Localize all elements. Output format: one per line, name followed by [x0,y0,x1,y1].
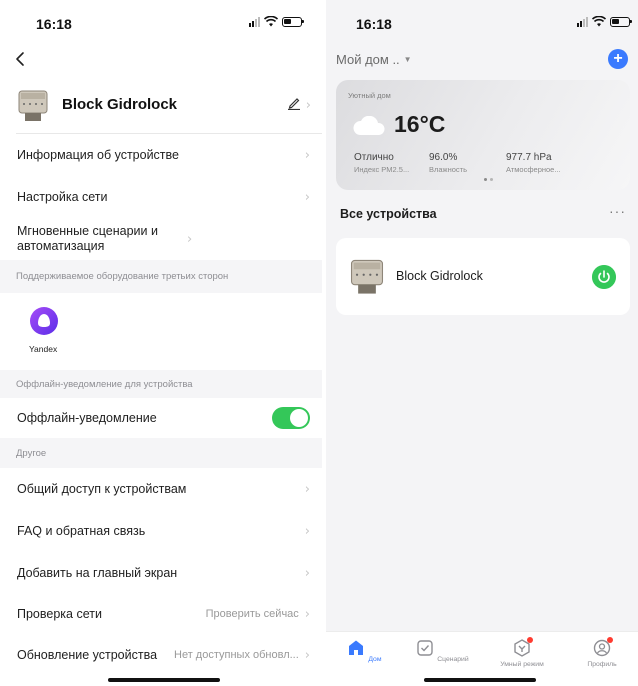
pm25-label: Индекс PM2.5... [354,165,410,174]
notification-dot [527,637,533,643]
home-indicator [108,678,220,682]
all-devices-title: Все устройства [340,207,437,221]
tab-home[interactable]: Дом [334,638,394,663]
power-button[interactable] [592,265,616,289]
battery-icon [610,16,632,27]
scene-check-icon [417,640,434,656]
row-faq-feedback[interactable]: FAQ и обратная связь › [0,510,322,552]
row-device-sharing[interactable]: Общий доступ к устройствам › [0,468,322,510]
humidity-value: 96.0% [429,152,458,163]
chevron-right-icon: › [304,189,310,205]
status-time: 16:18 [36,16,72,32]
row-offline-notification: Оффлайн-уведомление [0,398,322,438]
weather-location: Уютный дом [348,91,391,100]
edit-pencil-icon[interactable] [288,96,300,110]
device-name: Block Gidrolock [62,96,178,113]
chevron-right-icon: › [304,481,310,497]
chevron-right-icon: › [304,147,310,163]
weather-pressure: 977.7 hPa Атмосферное... [506,152,561,174]
smart-mode-icon [512,637,533,658]
status-time: 16:18 [356,16,392,32]
back-chevron-icon[interactable] [12,50,30,68]
pressure-label: Атмосферное... [506,165,561,174]
row-network-settings[interactable]: Настройка сети › [0,176,322,218]
signal-icon [577,16,588,27]
signal-icon [249,16,260,27]
plus-icon: + [613,50,623,67]
pm25-value: Отлично [354,152,394,163]
status-bar: 16:18 [326,0,638,44]
chevron-right-icon: › [304,523,310,539]
row-label: Настройка сети [17,189,108,204]
section-header-other: Другое [0,438,322,468]
carousel-dots [484,178,493,181]
weather-card[interactable]: Уютный дом 16°C Отлично Индекс PM2.5... … [336,80,630,190]
tab-scenario[interactable]: Сценарий [412,638,472,663]
humidity-label: Влажность [429,165,467,174]
profile-icon [592,637,613,658]
more-options-icon[interactable]: ··· [609,203,626,219]
caret-down-icon: ▼ [403,55,412,64]
cloud-icon [353,116,385,135]
device-thumbnail [350,259,384,294]
home-name: Мой дом .. [336,52,400,67]
row-network-check[interactable]: Проверка сети Проверить сейчас › [0,594,322,634]
status-icons [249,16,304,27]
battery-icon [282,16,304,27]
device-card-name: Block Gidrolock [396,269,483,283]
device-header[interactable]: Block Gidrolock › [0,80,322,132]
device-thumbnail [18,90,48,121]
home-icon [349,640,364,655]
device-settings-screen: 16:18 Block Gidrolock › Информация об ус… [0,0,322,686]
status-bar: 16:18 [0,0,322,44]
chevron-right-icon: › [187,231,193,247]
row-value: Проверить сейчас [205,608,299,620]
tab-label: Сценарий [437,656,469,663]
section-header-third-party: Поддерживаемое оборудование третьих стор… [0,260,322,293]
row-label: Обновление устройства [17,647,158,662]
notification-dot [607,637,613,643]
section-header-offline: Оффлайн-уведомление для устройства [0,370,322,398]
pressure-value: 977.7 hPa [506,152,552,163]
device-card[interactable]: Block Gidrolock [336,238,630,315]
row-value: Нет доступных обновл... [174,649,299,661]
status-icons [577,16,632,27]
tab-label: Профиль [587,661,617,668]
yandex-alice-icon[interactable] [28,305,60,337]
bottom-tab-bar: Дом Сценарий Умный режим Профиль [326,631,638,686]
row-device-update[interactable]: Обновление устройства Нет доступных обно… [0,634,322,676]
wifi-icon [592,16,606,27]
yandex-label: Yandex [29,344,58,354]
weather-pm25: Отлично Индекс PM2.5... [354,152,409,174]
row-device-info[interactable]: Информация об устройстве › [0,134,322,176]
row-label: Общий доступ к устройствам [17,481,187,496]
add-device-button[interactable]: + [608,49,628,69]
row-add-to-home-screen[interactable]: Добавить на главный экран › [0,552,322,594]
row-label: Мгновенные сценарии и автоматизация [17,224,158,253]
chevron-right-icon: › [305,98,311,113]
chevron-right-icon: › [304,565,310,581]
tab-profile[interactable]: Профиль [572,637,632,668]
chevron-right-icon: › [304,647,310,663]
tab-smart-mode[interactable]: Умный режим [492,637,552,668]
home-screen: 16:18 Мой дом .. ▼ + Уютный дом 16°C Отл… [326,0,638,686]
wifi-icon [264,16,278,27]
weather-temperature: 16°C [394,111,446,137]
tab-label: Дом [368,656,382,663]
weather-humidity: 96.0% Влажность [429,152,467,174]
home-indicator [424,678,536,682]
offline-notification-toggle[interactable] [272,407,310,429]
home-selector[interactable]: Мой дом .. ▼ [336,52,412,67]
row-label: Проверка сети [17,606,102,621]
row-label: Оффлайн-уведомление [17,410,157,425]
row-label: Добавить на главный экран [17,565,178,580]
row-label: Информация об устройстве [17,147,179,162]
chevron-right-icon: › [304,606,310,622]
row-scenarios-automation[interactable]: Мгновенные сценарии и автоматизация › [0,218,322,260]
row-label: FAQ и обратная связь [17,523,146,538]
tab-label: Умный режим [500,661,544,668]
